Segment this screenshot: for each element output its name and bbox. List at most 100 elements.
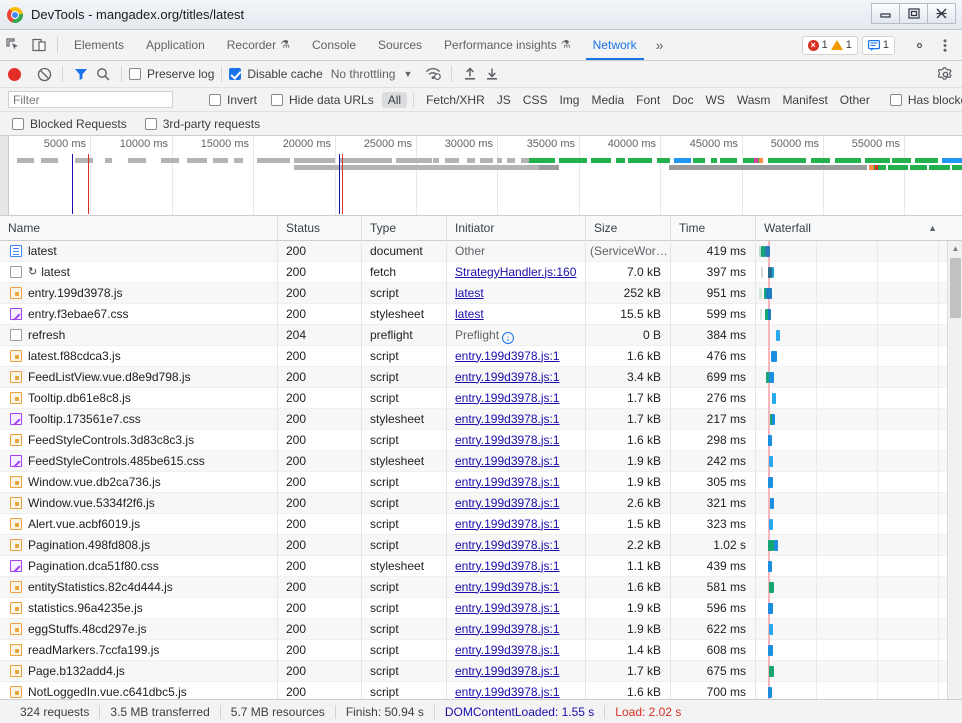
close-button[interactable] [927,3,956,24]
cell-initiator[interactable]: entry.199d3978.js:1 [447,472,586,493]
table-row[interactable]: FeedListView.vue.d8e9d798.js200scriptent… [0,367,962,388]
cell-name[interactable]: Window.vue.db2ca736.js [0,472,278,493]
cell-waterfall[interactable] [756,493,947,514]
tab-elements[interactable]: Elements [63,30,135,60]
minimize-button[interactable] [871,3,900,24]
cell-waterfall[interactable] [756,304,947,325]
kebab-menu-icon[interactable] [934,34,956,56]
table-row[interactable]: Tooltip.db61e8c8.js200scriptentry.199d39… [0,388,962,409]
cell-initiator[interactable]: entry.199d3978.js:1 [447,619,586,640]
cell-waterfall[interactable] [756,241,947,262]
vertical-scrollbar[interactable]: ▲ [947,241,962,699]
funnel-icon[interactable] [70,63,92,85]
table-row[interactable]: Page.b132add4.js200scriptentry.199d3978.… [0,661,962,682]
export-har-icon[interactable] [481,63,503,85]
column-header-time[interactable]: Time [671,216,756,241]
search-icon[interactable] [92,63,114,85]
record-button[interactable] [8,68,21,81]
filter-type-manifest[interactable]: Manifest [776,92,833,108]
cell-name[interactable]: FeedStyleControls.485be615.css [0,451,278,472]
table-row[interactable]: eggStuffs.48cd297e.js200scriptentry.199d… [0,619,962,640]
tab-sources[interactable]: Sources [367,30,433,60]
disable-cache-checkbox[interactable]: Disable cache [229,67,322,81]
throttling-select[interactable]: No throttling [331,67,396,81]
cell-initiator[interactable]: latest [447,283,586,304]
gear-icon[interactable] [908,34,930,56]
cell-name[interactable]: Page.b132add4.js [0,661,278,682]
cell-name[interactable]: Pagination.dca51f80.css [0,556,278,577]
blocked-requests-box[interactable] [12,118,24,130]
filter-type-wasm[interactable]: Wasm [731,92,777,108]
cell-waterfall[interactable] [756,388,947,409]
filter-type-img[interactable]: Img [553,92,585,108]
cell-initiator[interactable]: entry.199d3978.js:1 [447,661,586,682]
cell-initiator[interactable]: entry.199d3978.js:1 [447,430,586,451]
invert-box[interactable] [209,94,221,106]
column-header-status[interactable]: Status [278,216,362,241]
table-row[interactable]: Alert.vue.acbf6019.js200scriptentry.199d… [0,514,962,535]
network-settings-icon[interactable] [934,63,956,85]
table-row[interactable]: Pagination.dca51f80.css200stylesheetentr… [0,556,962,577]
cell-name[interactable]: statistics.96a4235e.js [0,598,278,619]
cell-name[interactable]: NotLoggedIn.vue.c641dbc5.js [0,682,278,700]
cell-initiator[interactable]: entry.199d3978.js:1 [447,640,586,661]
cell-waterfall[interactable] [756,514,947,535]
cell-name[interactable]: FeedListView.vue.d8e9d798.js [0,367,278,388]
table-row[interactable]: Window.vue.db2ca736.js200scriptentry.199… [0,472,962,493]
column-header-size[interactable]: Size [586,216,671,241]
column-header-waterfall[interactable]: Waterfall ▲ [756,216,947,241]
cell-waterfall[interactable] [756,367,947,388]
network-conditions-icon[interactable] [422,63,444,85]
cell-initiator[interactable]: entry.199d3978.js:1 [447,514,586,535]
filter-type-doc[interactable]: Doc [666,92,699,108]
cell-name[interactable]: Alert.vue.acbf6019.js [0,514,278,535]
cell-name[interactable]: eggStuffs.48cd297e.js [0,619,278,640]
cell-name[interactable]: latest.f88cdca3.js [0,346,278,367]
cell-name[interactable]: entry.199d3978.js [0,283,278,304]
cell-initiator[interactable]: entry.199d3978.js:1 [447,598,586,619]
cell-waterfall[interactable] [756,325,947,346]
cell-initiator[interactable]: entry.199d3978.js:1 [447,535,586,556]
filter-type-fetch-xhr[interactable]: Fetch/XHR [420,92,491,108]
filter-type-other[interactable]: Other [834,92,876,108]
cell-name[interactable]: Pagination.498fd808.js [0,535,278,556]
cell-waterfall[interactable] [756,283,947,304]
table-row[interactable]: Tooltip.173561e7.css200stylesheetentry.1… [0,409,962,430]
preserve-log-checkbox[interactable]: Preserve log [129,67,214,81]
cell-name[interactable]: Tooltip.db61e8c8.js [0,388,278,409]
cell-initiator[interactable]: entry.199d3978.js:1 [447,556,586,577]
filter-type-ws[interactable]: WS [700,92,731,108]
cell-waterfall[interactable] [756,682,947,700]
invert-checkbox[interactable]: Invert [209,93,257,107]
tab-recorder[interactable]: Recorder⚗ [216,30,301,60]
cell-name[interactable]: latest [0,241,278,262]
tab-application[interactable]: Application [135,30,216,60]
cell-name[interactable]: refresh [0,325,278,346]
cell-initiator[interactable]: entry.199d3978.js:1 [447,682,586,700]
filter-type-media[interactable]: Media [585,92,630,108]
table-row[interactable]: refresh204preflightPreflight↓0 B384 ms [0,325,962,346]
table-row[interactable]: FeedStyleControls.3d83c8c3.js200scripten… [0,430,962,451]
tab-console[interactable]: Console [301,30,367,60]
overview-body[interactable]: 5000 ms10000 ms15000 ms20000 ms25000 ms3… [9,136,962,215]
cell-waterfall[interactable] [756,409,947,430]
filter-type-all[interactable]: All [382,92,407,108]
cell-waterfall[interactable] [756,619,947,640]
table-row[interactable]: FeedStyleControls.485be615.css200stylesh… [0,451,962,472]
device-toolbar-icon[interactable] [26,30,52,60]
messages-counter[interactable]: 1 [862,36,895,55]
network-overview[interactable]: 5000 ms10000 ms15000 ms20000 ms25000 ms3… [0,136,962,216]
table-body[interactable]: latest200documentOther(ServiceWor…419 ms… [0,241,962,699]
third-party-requests-box[interactable] [145,118,157,130]
cell-initiator[interactable]: entry.199d3978.js:1 [447,409,586,430]
column-header-type[interactable]: Type [362,216,447,241]
maximize-button[interactable] [899,3,928,24]
has-blocked-cookies-checkbox[interactable]: Has blocked cookies [890,93,962,107]
preserve-log-box[interactable] [129,68,141,80]
cell-waterfall[interactable] [756,346,947,367]
table-row[interactable]: Window.vue.5334f2f6.js200scriptentry.199… [0,493,962,514]
filter-input[interactable] [8,91,173,108]
scrollbar-thumb[interactable] [950,258,961,318]
cell-name[interactable]: entry.f3ebae67.css [0,304,278,325]
overview-left-handle[interactable] [0,136,9,215]
